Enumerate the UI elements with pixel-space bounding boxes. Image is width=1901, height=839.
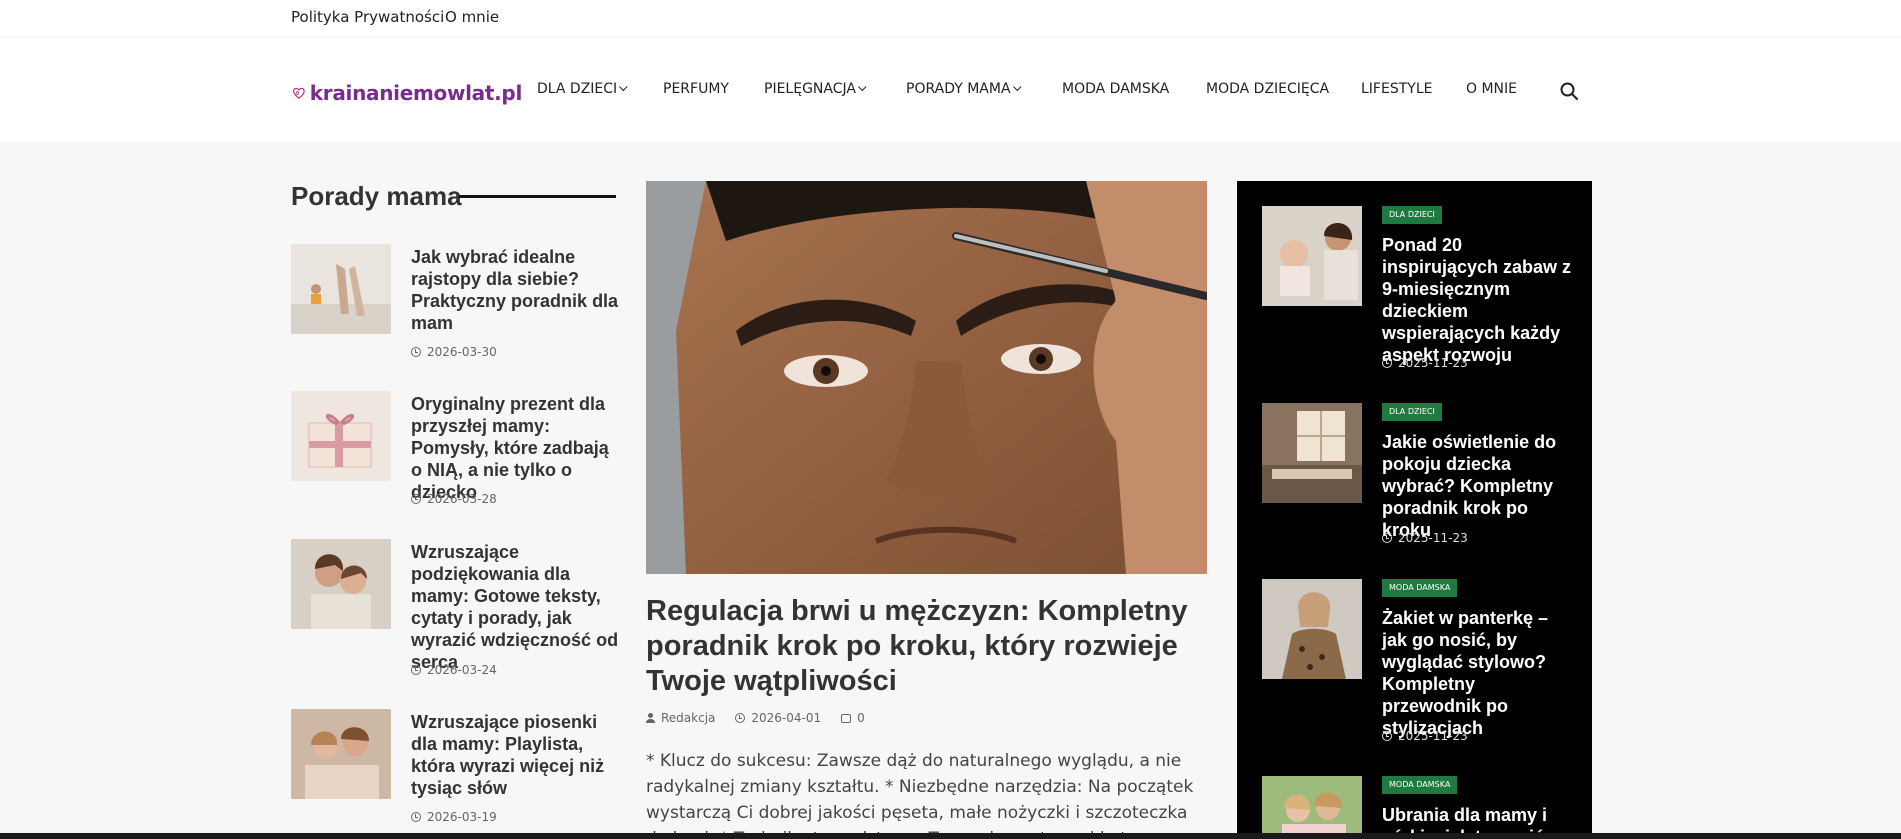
nav-label: DLA DZIECI — [537, 81, 618, 97]
featured-article-meta: Redakcja 2026-04-01 0 — [646, 711, 865, 725]
article-title[interactable]: Żakiet w panterkę – jak go nosić, by wyg… — [1382, 607, 1572, 739]
article-date: 2025-11-23 — [1382, 531, 1468, 545]
article-thumbnail[interactable] — [291, 244, 391, 334]
clock-icon — [1382, 358, 1392, 368]
nav-label: MODA DAMSKA — [1062, 81, 1170, 97]
section-divider — [459, 195, 616, 198]
nav-label: PIELĘGNACJA — [764, 81, 856, 97]
privacy-policy-link[interactable]: Polityka Prywatności — [291, 8, 444, 26]
article-thumbnail[interactable] — [291, 391, 391, 481]
about-me-link[interactable]: O mnie — [445, 8, 499, 26]
article-thumbnail[interactable] — [291, 539, 391, 629]
article-date: 2026-03-24 — [411, 663, 497, 677]
logo-text: krainaniemowlat.pl — [309, 81, 523, 105]
clock-icon — [1382, 533, 1392, 543]
chevron-down-icon — [619, 82, 628, 92]
nav-moda-dziecieca[interactable]: MODA DZIECIĘCA — [1206, 81, 1329, 97]
nav-label: LIFESTYLE — [1361, 81, 1433, 97]
nav-o-mnie[interactable]: O MNIE — [1466, 81, 1517, 97]
bottom-edge-bar — [0, 833, 1901, 839]
article-thumbnail[interactable] — [1262, 579, 1362, 679]
clock-icon — [411, 812, 421, 822]
chevron-down-icon — [858, 82, 867, 92]
clock-icon — [735, 713, 746, 723]
article-date: 2025-11-23 — [1382, 729, 1468, 743]
search-icon[interactable] — [1559, 81, 1579, 101]
category-badge[interactable]: DLA DZIECI — [1382, 206, 1442, 224]
comments-count[interactable]: 0 — [841, 711, 865, 725]
site-header: krainaniemowlat.pl DLA DZIECI PERFUMY PI… — [0, 38, 1901, 142]
article-title[interactable]: Wzruszające piosenki dla mamy: Playlista… — [411, 711, 621, 799]
chevron-down-icon — [1012, 82, 1022, 92]
featured-article-title[interactable]: Regulacja brwi u mężczyzn: Kompletny por… — [646, 594, 1216, 699]
comment-icon — [841, 713, 852, 723]
category-badge[interactable]: MODA DAMSKA — [1382, 579, 1458, 597]
logo-heart-icon — [293, 87, 305, 99]
category-badge[interactable]: DLA DZIECI — [1382, 403, 1442, 421]
featured-article-image[interactable] — [646, 181, 1207, 574]
nav-label: MODA DZIECIĘCA — [1206, 81, 1330, 97]
article-date: 2026-03-30 — [411, 345, 497, 359]
site-logo[interactable]: krainaniemowlat.pl — [292, 67, 522, 119]
article-date: 2026-04-01 — [735, 711, 821, 725]
article-thumbnail[interactable] — [1262, 206, 1362, 306]
article-title[interactable]: Ponad 20 inspirujących zabaw z 9-miesięc… — [1382, 234, 1572, 366]
nav-porady-mama[interactable]: PORADY MAMA — [906, 81, 1022, 97]
nav-label: PERFUMY — [663, 81, 729, 97]
nav-lifestyle[interactable]: LIFESTYLE — [1361, 81, 1432, 97]
section-title: Porady mama — [291, 181, 462, 211]
top-bar: Polityka Prywatności O mnie — [0, 0, 1901, 36]
clock-icon — [411, 665, 421, 675]
article-date: 2025-11-23 — [1382, 356, 1468, 370]
article-title[interactable]: Wzruszające podziękowania dla mamy: Goto… — [411, 541, 621, 673]
article-title[interactable]: Jakie oświetlenie do pokoju dziecka wybr… — [1382, 431, 1572, 541]
clock-icon — [1382, 731, 1392, 741]
nav-dla-dzieci[interactable]: DLA DZIECI — [537, 81, 628, 97]
sidebar-featured: DLA DZIECI Ponad 20 inspirujących zabaw … — [1237, 181, 1592, 839]
nav-moda-damska[interactable]: MODA DAMSKA — [1062, 81, 1169, 97]
author[interactable]: Redakcja — [646, 711, 715, 725]
nav-pielegnacja[interactable]: PIELĘGNACJA — [764, 81, 867, 97]
article-thumbnail[interactable] — [291, 709, 391, 799]
category-badge[interactable]: MODA DAMSKA — [1382, 776, 1458, 794]
article-date: 2026-03-28 — [411, 492, 497, 506]
user-icon — [646, 713, 655, 723]
clock-icon — [411, 347, 421, 357]
article-date: 2026-03-19 — [411, 810, 497, 824]
featured-article-excerpt: * Klucz do sukcesu: Zawsze dąż do natura… — [646, 751, 1194, 839]
nav-label: O MNIE — [1466, 81, 1517, 97]
article-title[interactable]: Oryginalny prezent dla przyszłej mamy: P… — [411, 393, 621, 503]
article-title[interactable]: Jak wybrać idealne rajstopy dla siebie? … — [411, 246, 621, 334]
clock-icon — [411, 494, 421, 504]
article-thumbnail[interactable] — [1262, 403, 1362, 503]
nav-label: PORADY MAMA — [906, 81, 1011, 97]
nav-perfumy[interactable]: PERFUMY — [663, 81, 729, 97]
article-thumbnail[interactable] — [1262, 776, 1362, 839]
